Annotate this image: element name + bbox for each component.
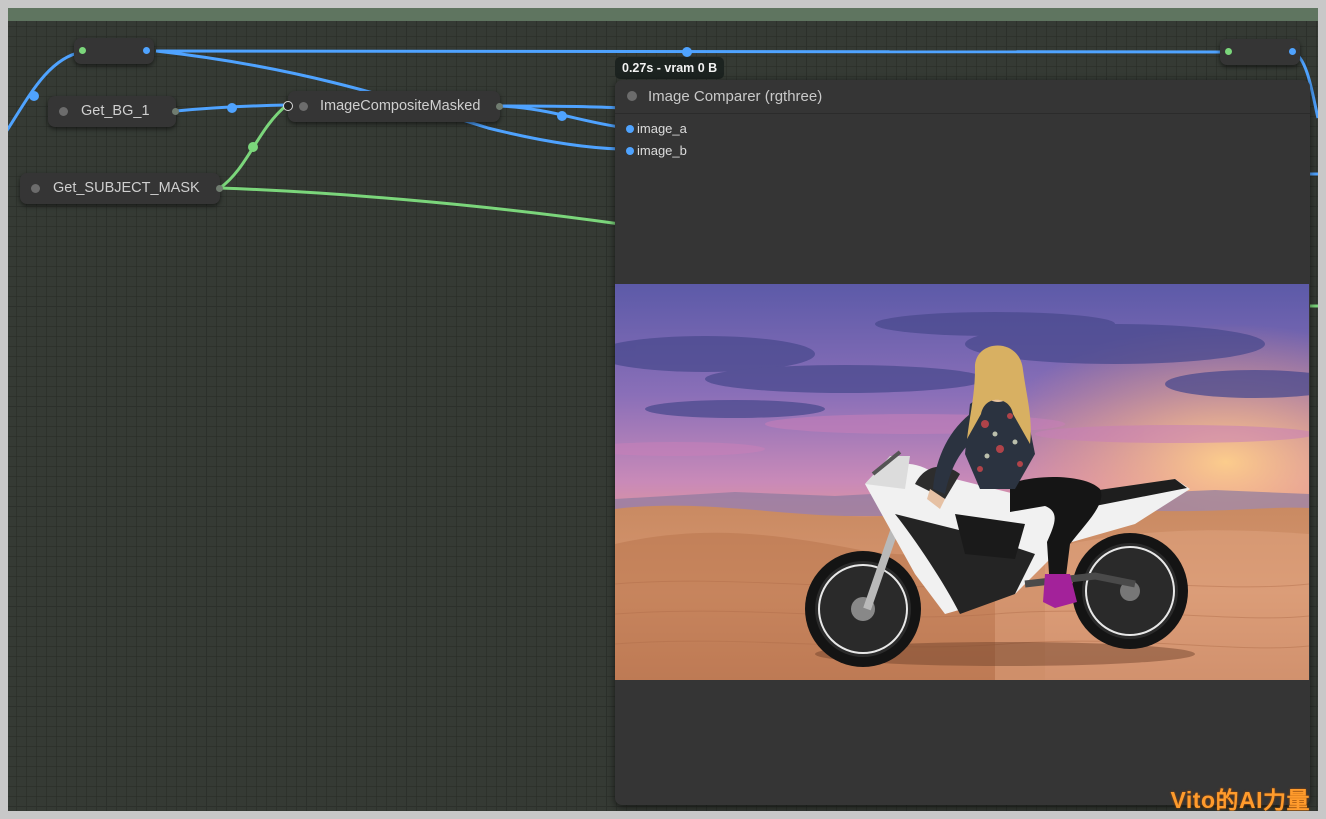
node-collapse-dot[interactable]: [627, 91, 637, 101]
input-slot[interactable]: [626, 125, 634, 133]
image-composite-masked-node[interactable]: ImageCompositeMasked: [283, 91, 503, 122]
input-slot[interactable]: [283, 101, 293, 111]
reroute-node-left[interactable]: [74, 38, 154, 64]
node-collapse-dot[interactable]: [59, 107, 68, 116]
input-image-a[interactable]: image_a: [626, 121, 687, 136]
input-label: image_b: [637, 143, 687, 158]
node-title: ImageCompositeMasked: [320, 98, 481, 114]
get-subject-mask-node[interactable]: Get_SUBJECT_MASK: [20, 173, 223, 204]
output-slot[interactable]: [216, 185, 223, 192]
mask-link: [219, 186, 621, 226]
reroute-node-right[interactable]: [1220, 39, 1300, 65]
graph-canvas[interactable]: Get_BG_1 Get_SUBJECT_MASK ImageComposite…: [8, 8, 1318, 811]
node-title: Image Comparer (rgthree): [648, 88, 823, 105]
node-collapse-dot[interactable]: [299, 102, 308, 111]
node-title: Get_BG_1: [81, 103, 150, 119]
watermark-logo: Vito的AI力量: [1170, 787, 1310, 811]
node-title: Get_SUBJECT_MASK: [53, 180, 200, 196]
link-midpoint: [227, 103, 237, 113]
output-slot[interactable]: [143, 47, 150, 54]
output-slot[interactable]: [1289, 48, 1296, 55]
composited-photo: [615, 284, 1309, 680]
input-image-b[interactable]: image_b: [626, 143, 687, 158]
link-midpoint: [682, 47, 692, 57]
input-slot[interactable]: [1225, 48, 1232, 55]
input-slot[interactable]: [626, 147, 634, 155]
link-midpoint: [29, 91, 39, 101]
execution-time-badge: 0.27s - vram 0 B: [615, 57, 725, 79]
input-label: image_a: [637, 121, 687, 136]
input-slot[interactable]: [79, 47, 86, 54]
node-collapse-dot[interactable]: [31, 184, 40, 193]
comparison-image[interactable]: [615, 284, 1309, 680]
get-bg-node[interactable]: Get_BG_1: [48, 96, 179, 127]
output-slot[interactable]: [172, 108, 179, 115]
node-header[interactable]: Image Comparer (rgthree): [615, 80, 1310, 114]
link-midpoint: [557, 111, 567, 121]
output-slot[interactable]: [496, 103, 503, 110]
link-midpoint: [248, 142, 258, 152]
